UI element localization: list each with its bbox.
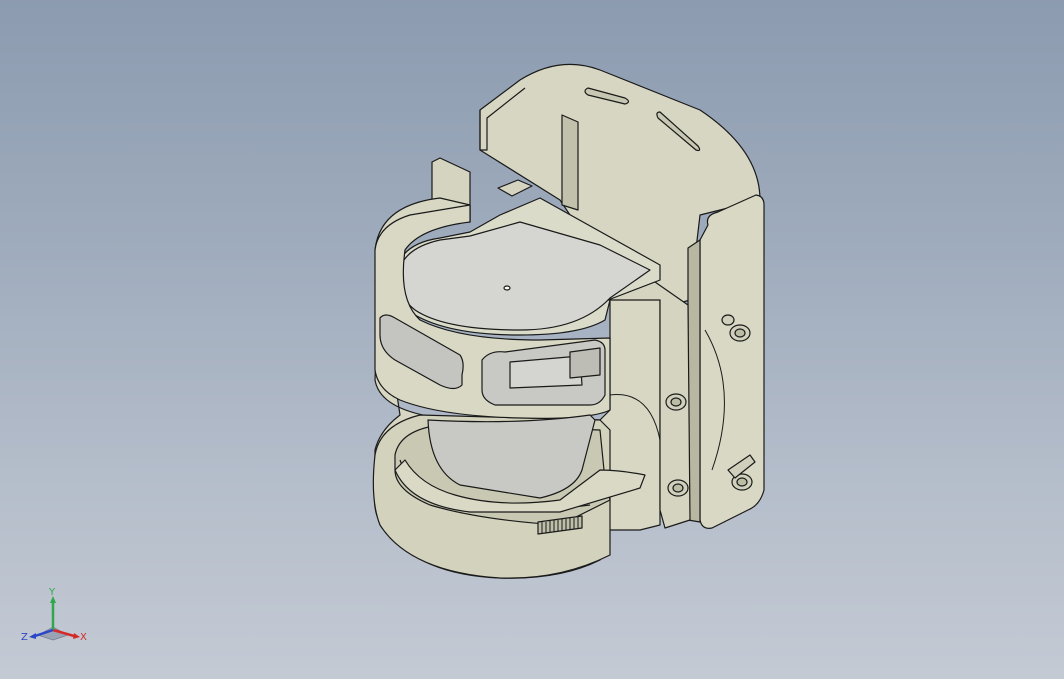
screw-middle-left [665, 393, 687, 411]
z-axis-label: Z [21, 632, 28, 643]
screw-lower-left [667, 479, 689, 497]
z-axis-arrow [29, 633, 36, 639]
center-mark [503, 285, 511, 291]
vertical-slot [561, 114, 579, 211]
graphics-viewport[interactable]: X Y Z [0, 0, 1064, 679]
y-axis-label: Y [48, 587, 56, 598]
window-inner-slot [569, 347, 601, 379]
sensor-bracket-model[interactable] [0, 0, 1064, 679]
right-mount-plate [699, 194, 765, 529]
x-axis-arrow [73, 633, 80, 639]
coordinate-triad: X Y Z [21, 587, 87, 643]
back-stud [497, 179, 533, 197]
x-axis-label: X [80, 632, 87, 643]
